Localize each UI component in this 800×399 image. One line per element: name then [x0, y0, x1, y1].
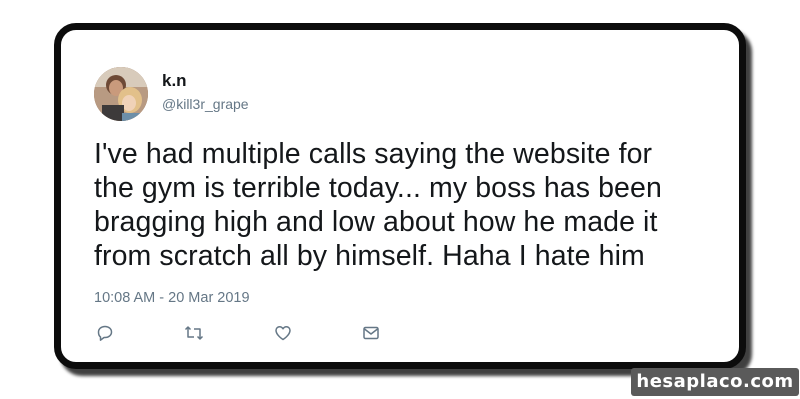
like-button[interactable]: [272, 322, 294, 344]
tweet-actions: [94, 322, 394, 346]
user-handle[interactable]: @kill3r_grape: [162, 95, 249, 113]
heart-icon: [275, 325, 291, 341]
watermark: hesaplaco.com: [631, 368, 799, 396]
retweet-button[interactable]: [183, 322, 205, 344]
reply-button[interactable]: [94, 322, 116, 344]
tweet-text: I've had multiple calls saying the websi…: [94, 138, 662, 272]
tweet-card: k.n @kill3r_grape I've had multiple call…: [54, 23, 746, 369]
retweet-icon: [184, 326, 204, 340]
message-button[interactable]: [360, 322, 382, 344]
tweet-timestamp[interactable]: 10:08 AM - 20 Mar 2019: [94, 289, 250, 307]
avatar[interactable]: [94, 67, 148, 121]
tweet-screenshot: k.n @kill3r_grape I've had multiple call…: [0, 0, 800, 399]
envelope-icon: [363, 326, 379, 340]
display-name[interactable]: k.n: [162, 71, 187, 91]
reply-icon: [97, 325, 113, 341]
